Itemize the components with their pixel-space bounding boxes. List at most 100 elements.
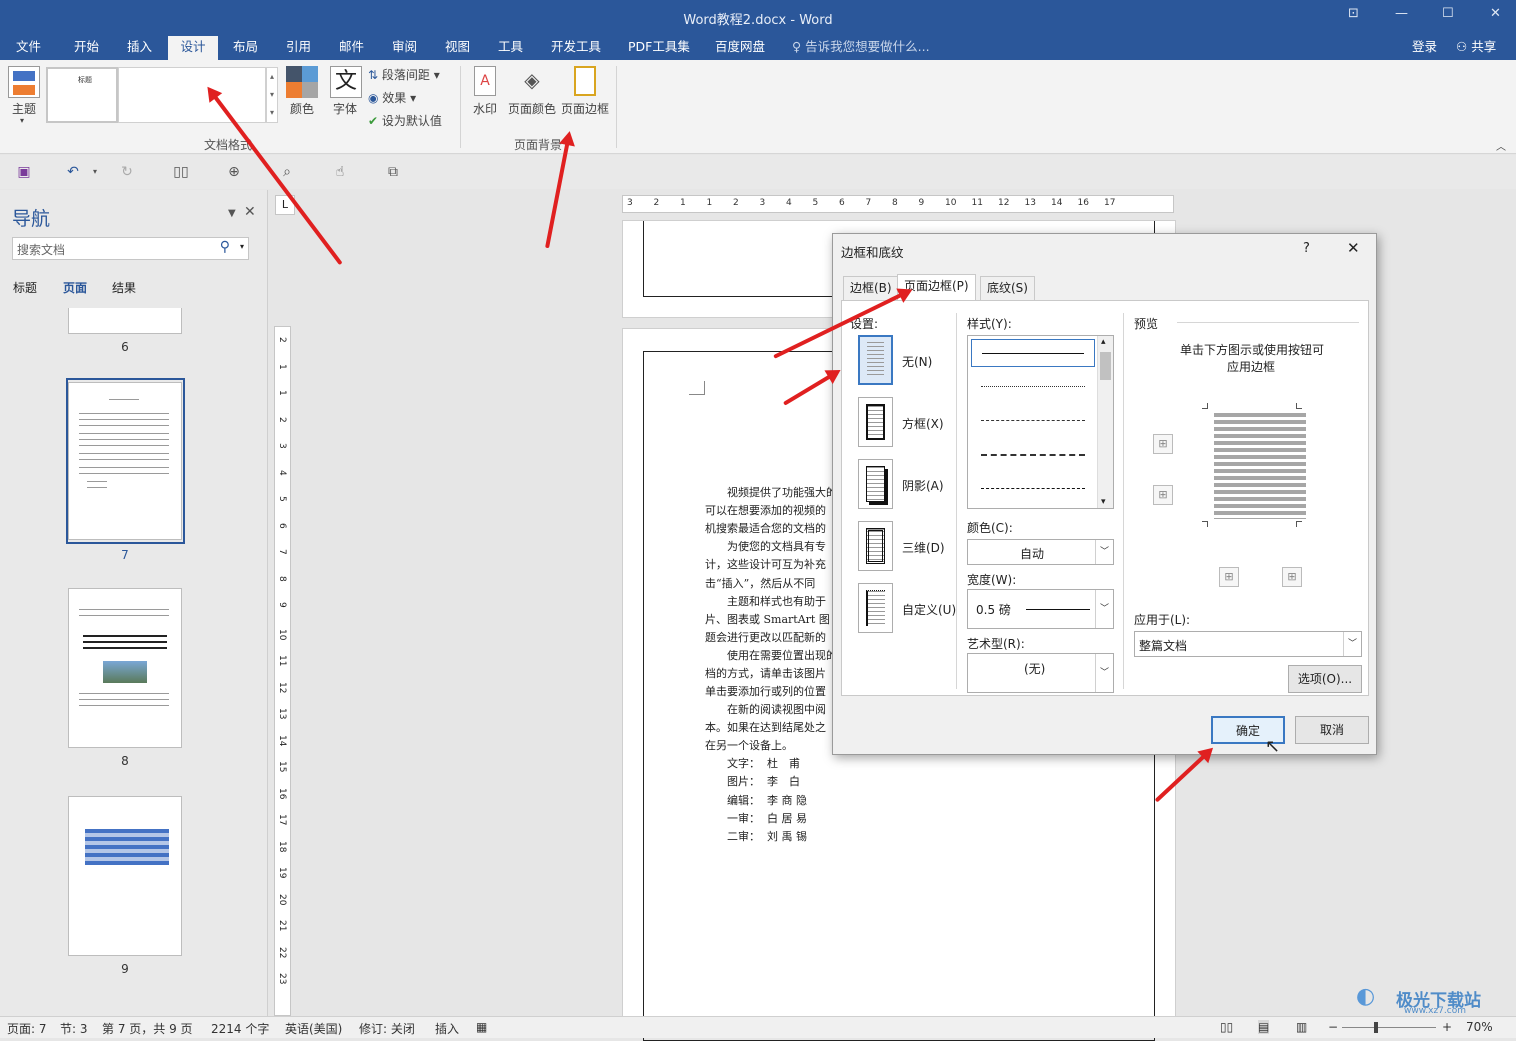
tab-home[interactable]: 开始: [68, 38, 105, 60]
nav-options-icon[interactable]: ▼: [228, 208, 236, 219]
paragraph-line[interactable]: 档的方式，请单击该图片: [705, 665, 826, 681]
search-icon[interactable]: ⚲: [220, 239, 230, 255]
setting-none-label[interactable]: 无(N): [902, 353, 932, 370]
zoom-in-icon[interactable]: +: [1442, 1020, 1452, 1034]
set-default-button[interactable]: ✔ 设为默认值: [368, 112, 442, 129]
gallery-scroll[interactable]: ▴ ▾ ▾: [266, 67, 278, 123]
left-border-toggle[interactable]: ⊞: [1219, 567, 1239, 587]
redo-icon[interactable]: ↻: [118, 163, 136, 181]
style-list[interactable]: ▴ ▾: [967, 335, 1114, 509]
paragraph-line[interactable]: 片、图表或 SmartArt 图: [705, 611, 830, 627]
setting-box-label[interactable]: 方框(X): [902, 415, 944, 432]
setting-custom-button[interactable]: [858, 583, 893, 633]
page-thumbnail[interactable]: [68, 588, 182, 748]
tab-file[interactable]: 文件: [10, 38, 47, 60]
dialog-close-button[interactable]: ✕: [1347, 239, 1360, 257]
setting-3d-label[interactable]: 三维(D): [902, 539, 945, 556]
zoom-out-icon[interactable]: −: [1328, 1020, 1338, 1034]
tell-me-box[interactable]: ♀ 告诉我您想要做什么...: [786, 38, 936, 60]
web-layout-view-icon[interactable]: ▥: [1296, 1020, 1307, 1034]
options-button[interactable]: 选项(O)...: [1288, 665, 1362, 693]
paragraph-line[interactable]: 题会进行更改以匹配新的: [705, 629, 826, 645]
style-item[interactable]: [981, 454, 1085, 456]
paragraph-line[interactable]: 为使您的文档具有专: [727, 538, 826, 554]
ribbon-display-icon[interactable]: ⊡: [1348, 6, 1359, 21]
undo-dropdown-icon[interactable]: ▾: [86, 163, 104, 181]
status-insert-mode[interactable]: 插入: [435, 1020, 459, 1037]
search-dropdown-icon[interactable]: ▾: [240, 242, 244, 251]
tab-borders[interactable]: 边框(B): [843, 276, 899, 300]
tab-developer[interactable]: 开发工具: [545, 38, 607, 60]
collapse-ribbon-icon[interactable]: ︿: [1496, 138, 1506, 153]
paragraph-line[interactable]: 机搜索最适合您的文档的: [705, 520, 826, 536]
macro-record-icon[interactable]: ▦: [476, 1020, 487, 1034]
status-word-count[interactable]: 2214 个字: [211, 1020, 269, 1037]
tab-review[interactable]: 审阅: [386, 38, 423, 60]
tab-references[interactable]: 引用: [280, 38, 317, 60]
page-thumbnail[interactable]: [68, 382, 182, 540]
share-button[interactable]: ⚇ 共享: [1450, 38, 1502, 60]
page-thumbnail[interactable]: [68, 796, 182, 956]
paragraph-spacing-button[interactable]: ⇅ 段落间距 ▾: [368, 66, 440, 83]
paragraph-line[interactable]: 单击要添加行或列的位置: [705, 683, 826, 699]
setting-shadow-button[interactable]: [858, 459, 893, 509]
width-select[interactable]: 0.5 磅 ﹀: [967, 589, 1114, 629]
tab-design[interactable]: 设计: [168, 36, 218, 60]
save-icon[interactable]: ▣: [15, 163, 33, 181]
tab-baidu-netdisk[interactable]: 百度网盘: [709, 38, 771, 60]
touch-mode-icon[interactable]: ☝: [331, 163, 349, 181]
tab-tools[interactable]: 工具: [492, 38, 529, 60]
colors-button[interactable]: 颜色: [290, 100, 314, 117]
color-select[interactable]: 自动 ﹀: [967, 539, 1114, 565]
art-select[interactable]: (无) ﹀: [967, 653, 1114, 693]
style-item[interactable]: [981, 386, 1085, 387]
nav-close-icon[interactable]: ✕: [244, 204, 256, 220]
paragraph-line[interactable]: 击“插入”，然后从不同: [705, 575, 815, 591]
print-layout-icon[interactable]: ▤: [1258, 1020, 1270, 1034]
login-link[interactable]: 登录: [1406, 38, 1443, 60]
tab-shading[interactable]: 底纹(S): [980, 276, 1035, 300]
paragraph-line[interactable]: 在新的阅读视图中阅: [727, 701, 826, 717]
tab-mailings[interactable]: 邮件: [333, 38, 370, 60]
style-item[interactable]: [981, 420, 1085, 421]
nav-tab-pages[interactable]: 页面: [63, 279, 87, 296]
print-preview-icon[interactable]: ⌕: [278, 163, 296, 181]
theme-button[interactable]: 主题: [12, 100, 36, 117]
maximize-icon[interactable]: ☐: [1442, 6, 1454, 21]
setting-3d-button[interactable]: [858, 521, 893, 571]
fonts-button[interactable]: 字体: [333, 100, 357, 117]
paragraph-line[interactable]: 视频提供了功能强大的: [727, 484, 837, 500]
setting-shadow-label[interactable]: 阴影(A): [902, 477, 944, 494]
zoom-level[interactable]: 70%: [1466, 1020, 1493, 1034]
style-item-selected[interactable]: [971, 339, 1095, 367]
setting-custom-label[interactable]: 自定义(U): [902, 601, 956, 618]
paragraph-line[interactable]: 计，这些设计可互为补充: [705, 556, 826, 572]
web-layout-icon[interactable]: ⊕: [225, 163, 243, 181]
zoom-slider[interactable]: [1342, 1022, 1436, 1033]
status-section[interactable]: 节: 3: [60, 1020, 88, 1037]
page-thumbnail[interactable]: [68, 308, 182, 334]
read-mode-icon[interactable]: ▯▯: [1220, 1020, 1233, 1034]
close-icon[interactable]: ✕: [1490, 6, 1501, 21]
style-set-preview[interactable]: 标题: [46, 67, 118, 123]
status-page-count[interactable]: 第 7 页，共 9 页: [102, 1020, 193, 1037]
page-color-button[interactable]: 页面颜色: [508, 100, 556, 117]
two-pages-icon[interactable]: ▯▯: [172, 163, 190, 181]
minimize-icon[interactable]: —: [1395, 6, 1408, 21]
tab-layout[interactable]: 布局: [227, 38, 264, 60]
undo-icon[interactable]: ↶: [64, 163, 82, 181]
customize-icon[interactable]: ⧉: [384, 163, 402, 181]
status-page[interactable]: 页面: 7: [7, 1020, 47, 1037]
apply-to-select[interactable]: 整篇文档 ﹀: [1134, 631, 1362, 657]
status-track-changes[interactable]: 修订: 关闭: [359, 1020, 415, 1037]
right-border-toggle[interactable]: ⊞: [1282, 567, 1302, 587]
help-button[interactable]: ?: [1303, 241, 1310, 256]
status-language[interactable]: 英语(美国): [285, 1020, 342, 1037]
paragraph-line[interactable]: 本。如果在达到结尾处之: [705, 719, 826, 735]
top-border-toggle[interactable]: ⊞: [1153, 434, 1173, 454]
tab-view[interactable]: 视图: [439, 38, 476, 60]
tab-insert[interactable]: 插入: [121, 38, 158, 60]
cancel-button[interactable]: 取消: [1295, 716, 1369, 744]
nav-tab-headings[interactable]: 标题: [13, 279, 37, 296]
setting-none-button[interactable]: [858, 335, 893, 385]
